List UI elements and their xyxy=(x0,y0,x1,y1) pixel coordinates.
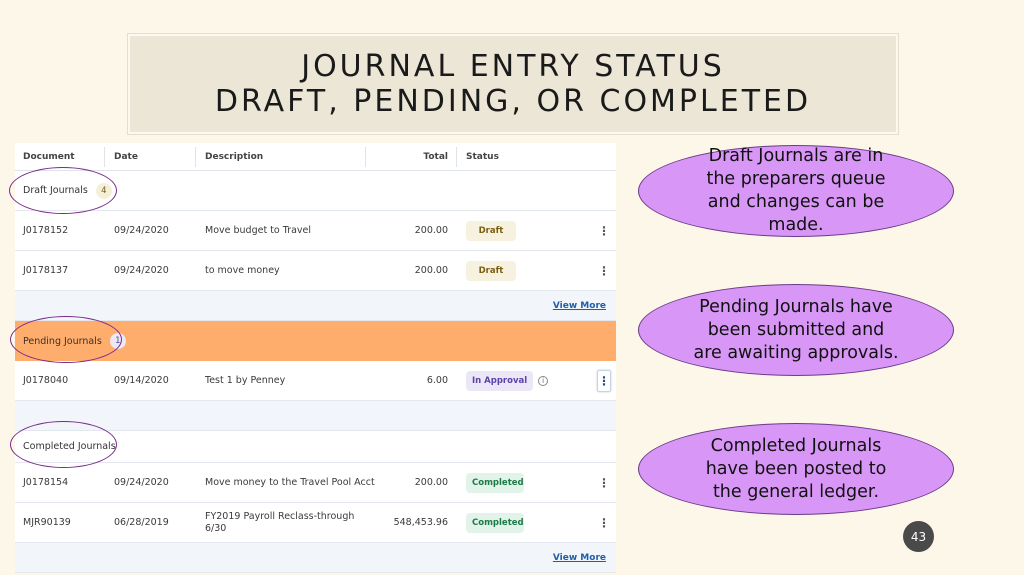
row-menu-icon[interactable]: ⋮ xyxy=(597,251,611,290)
callout-draft: Draft Journals are in the preparers queu… xyxy=(638,145,954,237)
row-date: 09/14/2020 xyxy=(114,375,169,386)
highlight-ring-pending xyxy=(10,316,122,363)
table-row[interactable]: J0178152 09/24/2020 Move budget to Trave… xyxy=(15,211,616,251)
row-description: FY2019 Payroll Reclass-through 6/30 xyxy=(205,510,355,534)
col-header-status[interactable]: Status xyxy=(466,143,499,170)
row-date: 09/24/2020 xyxy=(114,265,169,276)
row-date: 06/28/2019 xyxy=(114,517,169,528)
callout-pending: Pending Journals have been submitted and… xyxy=(638,284,954,376)
slide-title-line-1: Journal Entry Status xyxy=(301,49,725,84)
status-badge: Completed xyxy=(466,472,524,493)
row-menu-icon[interactable]: ⋮ xyxy=(597,503,611,542)
row-date: 09/24/2020 xyxy=(114,477,169,488)
row-total: 200.00 xyxy=(414,265,448,276)
row-total: 548,453.96 xyxy=(393,517,448,528)
table-row[interactable]: J0178040 09/14/2020 Test 1 by Penney 6.0… xyxy=(15,361,616,401)
slide-title-box: Journal Entry Status Draft, Pending, or … xyxy=(128,34,898,134)
callout-completed: Completed Journals have been posted to t… xyxy=(638,423,954,515)
row-total: 6.00 xyxy=(426,375,448,386)
info-icon[interactable]: i xyxy=(538,375,549,386)
row-description: Move money to the Travel Pool Acct xyxy=(205,477,375,488)
draft-view-more-row: View More xyxy=(15,291,616,321)
completed-view-more-link[interactable]: View More xyxy=(553,543,606,572)
row-menu-icon[interactable]: ⋮ xyxy=(597,211,611,250)
pending-spacer xyxy=(15,401,616,431)
page-number-badge: 43 xyxy=(903,521,934,552)
draft-view-more-link[interactable]: View More xyxy=(553,291,606,320)
row-description: Test 1 by Penney xyxy=(205,375,286,386)
highlight-ring-draft xyxy=(9,167,117,214)
table-row[interactable]: J0178154 09/24/2020 Move money to the Tr… xyxy=(15,463,616,503)
row-document[interactable]: MJR90139 xyxy=(23,503,71,542)
status-badge: Draft xyxy=(466,260,516,281)
table-row[interactable]: MJR90139 06/28/2019 FY2019 Payroll Recla… xyxy=(15,503,616,543)
row-date: 09/24/2020 xyxy=(114,225,169,236)
col-header-document[interactable]: Document xyxy=(23,143,75,170)
highlight-ring-completed xyxy=(10,421,117,468)
status-badge: Draft xyxy=(466,220,516,241)
row-menu-icon[interactable]: ⋮ xyxy=(597,370,611,392)
row-description: Move budget to Travel xyxy=(205,225,311,236)
row-menu-icon[interactable]: ⋮ xyxy=(597,463,611,502)
row-total: 200.00 xyxy=(414,477,448,488)
slide-title-line-2: Draft, Pending, or Completed xyxy=(214,84,812,119)
row-description: to move money xyxy=(205,265,280,276)
row-total: 200.00 xyxy=(414,225,448,236)
table-header: Document Date Description Total Status xyxy=(15,143,616,171)
status-badge: In Approval xyxy=(466,370,534,391)
row-document[interactable]: J0178152 xyxy=(23,211,68,250)
journal-table: Document Date Description Total Status D… xyxy=(15,143,616,573)
status-badge: Completed xyxy=(466,512,524,533)
col-header-description[interactable]: Description xyxy=(205,143,263,170)
row-document[interactable]: J0178154 xyxy=(23,463,68,502)
row-document[interactable]: J0178040 xyxy=(23,361,68,400)
col-header-total[interactable]: Total xyxy=(423,143,448,170)
completed-view-more-row: View More xyxy=(15,543,616,573)
table-row[interactable]: J0178137 09/24/2020 to move money 200.00… xyxy=(15,251,616,291)
row-document[interactable]: J0178137 xyxy=(23,251,68,290)
col-header-date[interactable]: Date xyxy=(114,143,138,170)
